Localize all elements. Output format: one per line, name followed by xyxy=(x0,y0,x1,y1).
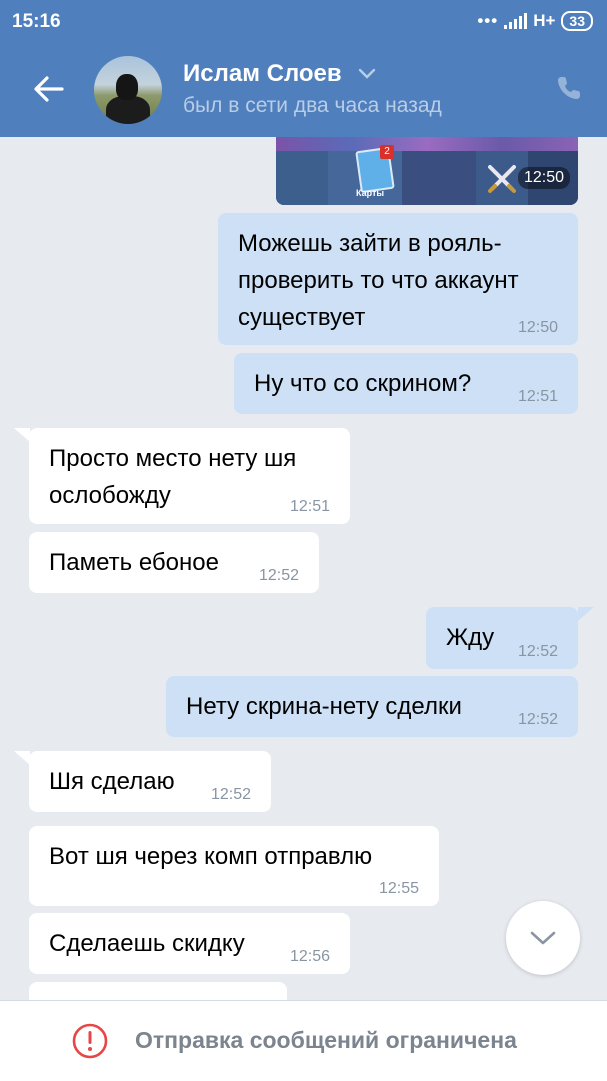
app-header: 15:16 ••• H+ 33 Ислам Слоев был в сети д… xyxy=(0,0,607,137)
notification-dots-icon: ••• xyxy=(477,11,499,30)
status-bar: 15:16 ••• H+ 33 xyxy=(0,0,607,42)
scroll-down-button[interactable] xyxy=(506,901,580,975)
message-text: ослобожду xyxy=(49,482,171,509)
restriction-notice: Отправка сообщений ограничена xyxy=(135,1027,517,1053)
message-text: Ну что со скрином? xyxy=(254,370,472,397)
cards-tab-label: Карты xyxy=(356,188,385,198)
message-incoming[interactable]: Просто место нету шя ослобожду 12:51 xyxy=(29,428,350,524)
message-text: Нету скрина-нету сделки xyxy=(186,693,462,720)
crossed-swords-icon xyxy=(488,165,516,193)
message-time: 12:56 xyxy=(289,948,330,965)
message-text: Сделаешь скидку xyxy=(49,930,245,957)
image-message[interactable]: 2 Карты 12:50 xyxy=(276,137,578,205)
message-outgoing[interactable]: Можешь зайти в рояль- проверить то что а… xyxy=(218,213,578,345)
contact-status: был в сети два часа назад xyxy=(183,94,442,117)
chevron-down-icon[interactable] xyxy=(358,66,376,80)
battery-icon: 33 xyxy=(561,11,593,31)
message-time: 12:51 xyxy=(289,498,330,515)
message-outgoing[interactable]: Ну что со скрином? 12:51 xyxy=(234,353,578,414)
composer-restricted-bar: Отправка сообщений ограничена xyxy=(0,1000,607,1081)
status-time: 15:16 xyxy=(12,11,61,32)
message-incoming[interactable] xyxy=(29,982,287,1000)
message-outgoing[interactable]: Нету скрина-нету сделки 12:52 xyxy=(166,676,578,737)
battery-level: 33 xyxy=(569,13,585,29)
message-incoming[interactable]: Шя сделаю 12:52 xyxy=(29,751,271,812)
message-text: существует xyxy=(238,304,366,331)
message-incoming[interactable]: Сделаешь скидку 12:56 xyxy=(29,913,350,974)
message-time: 12:50 xyxy=(517,319,558,336)
message-list[interactable]: 2 Карты 12:50 Можешь зайти в рояль- пров… xyxy=(0,137,607,1000)
message-incoming[interactable]: Паметь ебоное 12:52 xyxy=(29,532,319,593)
phone-icon[interactable] xyxy=(555,74,583,102)
card-badge: 2 xyxy=(380,145,394,159)
message-text: Можешь зайти в рояль- xyxy=(238,230,502,257)
status-indicators: ••• H+ 33 xyxy=(477,11,593,31)
message-text: Вот шя через комп отправлю xyxy=(49,843,373,870)
network-type: H+ xyxy=(533,11,556,30)
message-time: 12:52 xyxy=(258,567,299,584)
warning-icon xyxy=(72,1023,108,1059)
bubble-tail xyxy=(14,751,30,765)
contact-name[interactable]: Ислам Слоев xyxy=(183,60,342,88)
message-text: Просто место нету шя xyxy=(49,445,297,472)
bubble-tail xyxy=(14,428,30,442)
message-outgoing[interactable]: Жду 12:52 xyxy=(426,607,578,669)
message-time: 12:52 xyxy=(517,711,558,728)
signal-icon xyxy=(504,13,528,29)
avatar[interactable] xyxy=(94,56,162,124)
message-time: 12:51 xyxy=(517,388,558,405)
message-time: 12:50 xyxy=(517,167,570,189)
image-preview-top xyxy=(276,137,578,151)
message-incoming[interactable]: Вот шя через комп отправлю 12:55 xyxy=(29,826,439,906)
message-time: 12:52 xyxy=(210,786,251,803)
message-time: 12:52 xyxy=(517,643,558,660)
message-time: 12:55 xyxy=(378,880,419,897)
bubble-tail xyxy=(578,607,594,621)
back-arrow-icon[interactable] xyxy=(32,72,66,106)
message-text: проверить то что аккаунт xyxy=(238,267,519,294)
chevron-down-icon xyxy=(530,931,556,945)
